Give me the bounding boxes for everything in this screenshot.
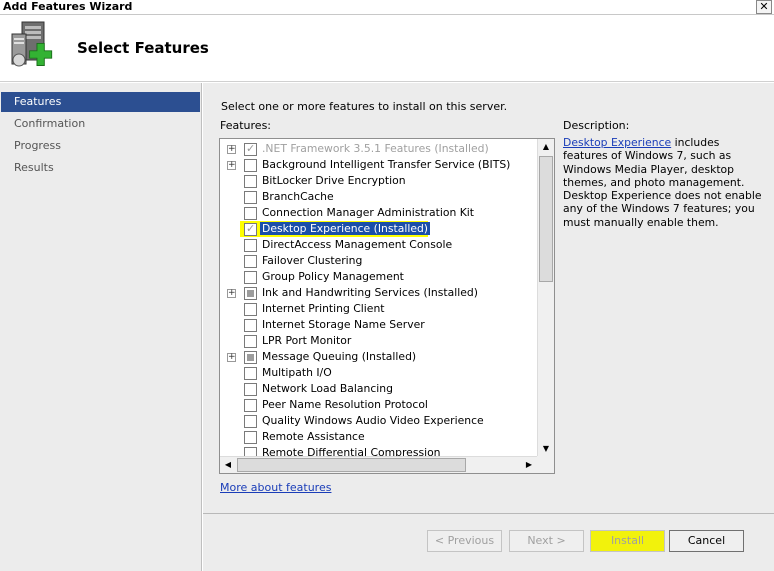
nav-step-features[interactable]: Features (1, 92, 200, 112)
feature-checkbox[interactable] (244, 319, 257, 332)
footer-separator (203, 513, 774, 514)
feature-row[interactable]: DirectAccess Management Console (220, 237, 538, 253)
vertical-scroll-thumb[interactable] (539, 156, 553, 282)
feature-row[interactable]: Remote Assistance (220, 429, 538, 445)
previous-button[interactable]: < Previous (427, 530, 502, 552)
description-label: Description: (563, 119, 630, 132)
next-button[interactable]: Next > (509, 530, 584, 552)
feature-checkbox[interactable] (244, 431, 257, 444)
feature-checkbox[interactable] (244, 287, 257, 300)
scroll-right-icon[interactable]: ▶ (521, 457, 537, 473)
expand-icon[interactable]: + (227, 289, 236, 298)
feature-checkbox[interactable] (244, 191, 257, 204)
feature-row[interactable]: Peer Name Resolution Protocol (220, 397, 538, 413)
features-tree[interactable]: + .NET Framework 3.5.1 Features (Installe… (219, 138, 555, 474)
scroll-up-icon[interactable]: ▲ (538, 139, 554, 155)
feature-row[interactable]: + Background Intelligent Transfer Service… (220, 157, 538, 173)
feature-label: Peer Name Resolution Protocol (262, 398, 428, 411)
feature-checkbox[interactable] (244, 415, 257, 428)
feature-row[interactable]: + .NET Framework 3.5.1 Features (Installe… (220, 141, 538, 157)
feature-checkbox[interactable] (244, 207, 257, 220)
feature-label: Internet Printing Client (262, 302, 385, 315)
feature-label: LPR Port Monitor (262, 334, 352, 347)
scrollbar-corner (537, 456, 554, 473)
more-about-features-link[interactable]: More about features (220, 481, 331, 494)
feature-row[interactable]: BitLocker Drive Encryption (220, 173, 538, 189)
feature-label: Internet Storage Name Server (262, 318, 425, 331)
feature-label: Group Policy Management (262, 270, 404, 283)
nav-step-confirmation[interactable]: Confirmation (1, 114, 200, 134)
feature-checkbox[interactable] (244, 159, 257, 172)
feature-row[interactable]: BranchCache (220, 189, 538, 205)
feature-row[interactable]: Network Load Balancing (220, 381, 538, 397)
feature-label: .NET Framework 3.5.1 Features (Installed… (262, 142, 489, 155)
feature-row[interactable]: + Ink and Handwriting Services (Installed… (220, 285, 538, 301)
feature-checkbox[interactable] (244, 255, 257, 268)
expand-icon[interactable]: + (227, 145, 236, 154)
scroll-down-icon[interactable]: ▼ (538, 441, 554, 457)
wizard-content: Select one or more features to install o… (203, 83, 774, 571)
expand-icon[interactable]: + (227, 353, 236, 362)
feature-checkbox[interactable] (244, 222, 257, 236)
wizard-header: Select Features (0, 16, 774, 82)
server-add-icon (11, 21, 53, 67)
feature-label: Remote Assistance (262, 430, 365, 443)
scroll-left-icon[interactable]: ◀ (220, 457, 236, 473)
feature-row[interactable]: Group Policy Management (220, 269, 538, 285)
cancel-button[interactable]: Cancel (669, 530, 744, 552)
install-button[interactable]: Install (590, 530, 665, 552)
feature-checkbox[interactable] (244, 367, 257, 380)
feature-label: DirectAccess Management Console (262, 238, 453, 251)
feature-row[interactable]: Multipath I/O (220, 365, 538, 381)
feature-checkbox[interactable] (244, 399, 257, 412)
feature-checkbox[interactable] (244, 271, 257, 284)
feature-label: Quality Windows Audio Video Experience (262, 414, 484, 427)
feature-label: Network Load Balancing (262, 382, 393, 395)
feature-checkbox[interactable] (244, 383, 257, 396)
feature-checkbox[interactable] (244, 175, 257, 188)
nav-step-progress[interactable]: Progress (1, 136, 200, 156)
feature-label: BranchCache (262, 190, 334, 203)
feature-row[interactable]: Connection Manager Administration Kit (220, 205, 538, 221)
feature-label: Multipath I/O (262, 366, 332, 379)
close-icon[interactable]: ✕ (756, 0, 772, 14)
window-title: Add Features Wizard (3, 0, 133, 13)
description-text: Desktop Experience includes features of … (563, 136, 763, 229)
feature-label: Message Queuing (Installed) (262, 350, 417, 363)
feature-checkbox[interactable] (244, 335, 257, 348)
feature-row[interactable]: Failover Clustering (220, 253, 538, 269)
feature-label: Connection Manager Administration Kit (262, 206, 475, 219)
feature-label: Ink and Handwriting Services (Installed) (262, 286, 478, 299)
feature-row[interactable]: + Message Queuing (Installed) (220, 349, 538, 365)
feature-checkbox[interactable] (244, 351, 257, 364)
vertical-scrollbar[interactable]: ▲ ▼ (537, 139, 554, 457)
feature-row[interactable]: LPR Port Monitor (220, 333, 538, 349)
features-list: + .NET Framework 3.5.1 Features (Installe… (220, 139, 538, 457)
instruction-text: Select one or more features to install o… (221, 100, 508, 113)
horizontal-scroll-thumb[interactable] (237, 458, 466, 472)
feature-row[interactable]: Internet Storage Name Server (220, 317, 538, 333)
feature-label: BitLocker Drive Encryption (262, 174, 406, 187)
title-bar: Add Features Wizard ✕ (0, 0, 774, 15)
wizard-steps-nav: Features Confirmation Progress Results (0, 83, 202, 571)
features-label: Features: (220, 119, 272, 132)
expand-icon[interactable]: + (227, 161, 236, 170)
horizontal-scrollbar[interactable]: ◀ ▶ (220, 456, 538, 473)
feature-checkbox[interactable] (244, 239, 257, 252)
feature-row[interactable]: Desktop Experience (Installed) (240, 221, 431, 237)
nav-step-results[interactable]: Results (1, 158, 200, 178)
feature-label: Desktop Experience (Installed) (260, 222, 431, 235)
feature-label: Failover Clustering (262, 254, 363, 267)
feature-checkbox[interactable] (244, 142, 257, 156)
description-link[interactable]: Desktop Experience (563, 136, 671, 149)
page-title: Select Features (77, 39, 209, 57)
feature-row[interactable]: Internet Printing Client (220, 301, 538, 317)
feature-checkbox[interactable] (244, 303, 257, 316)
description-body: includes features of Windows 7, such as … (563, 136, 762, 229)
feature-label: Background Intelligent Transfer Service … (262, 158, 511, 171)
feature-row[interactable]: Quality Windows Audio Video Experience (220, 413, 538, 429)
